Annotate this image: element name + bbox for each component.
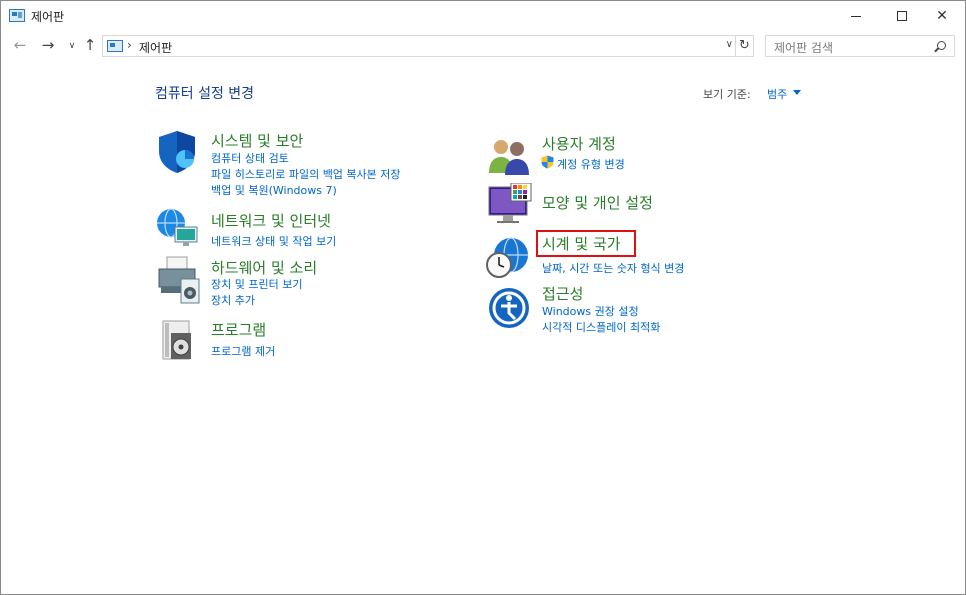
maximize-icon <box>897 11 907 21</box>
back-arrow-icon[interactable]: ← <box>11 36 29 54</box>
recent-locations-chevron-icon[interactable]: ∨ <box>63 41 81 51</box>
printer-icon[interactable] <box>155 255 201 305</box>
link-file-history-backup[interactable]: 파일 히스토리로 파일의 백업 복사본 저장 <box>211 166 401 182</box>
breadcrumb[interactable]: 제어판 <box>139 39 172 56</box>
category-title-user-accounts[interactable]: 사용자 계정 <box>542 133 616 154</box>
link-change-date-time-format[interactable]: 날짜, 시간 또는 숫자 형식 변경 <box>542 260 684 276</box>
category-title-programs[interactable]: 프로그램 <box>211 319 266 340</box>
view-by-label: 보기 기준: <box>703 88 751 101</box>
category-title-network-internet[interactable]: 네트워크 및 인터넷 <box>211 210 331 231</box>
category-title-system-security[interactable]: 시스템 및 보안 <box>211 130 303 151</box>
network-globe-icon[interactable] <box>155 207 201 249</box>
control-panel-icon <box>9 9 25 22</box>
category-title-ease-of-access[interactable]: 접근성 <box>542 283 583 304</box>
link-add-device[interactable]: 장치 추가 <box>211 292 255 308</box>
clock-globe-icon[interactable] <box>485 237 531 279</box>
category-title-appearance-personalization[interactable]: 모양 및 개인 설정 <box>542 192 653 213</box>
title-bar: 제어판 ✕ <box>1 1 965 31</box>
users-icon[interactable] <box>487 137 531 175</box>
up-arrow-icon[interactable]: ↑ <box>81 36 99 54</box>
minimize-button[interactable] <box>833 1 879 31</box>
shield-icon[interactable] <box>155 129 199 175</box>
close-icon: ✕ <box>936 8 948 24</box>
accessibility-icon[interactable] <box>487 286 531 330</box>
navigation-bar: ← → ∨ ↑ › 제어판 ∨ ↻ 제어판 검색 <box>1 33 965 61</box>
search-placeholder: 제어판 검색 <box>774 41 834 55</box>
view-by-dropdown[interactable]: 범주 <box>767 86 787 102</box>
uac-shield-icon <box>541 155 554 169</box>
refresh-button[interactable]: ↻ <box>736 35 754 57</box>
highlight-box <box>536 230 636 257</box>
page-title: 컴퓨터 설정 변경 <box>155 86 255 102</box>
refresh-icon: ↻ <box>739 38 750 53</box>
link-optimize-visual-display[interactable]: 시각적 디스플레이 최적화 <box>542 319 660 335</box>
link-change-account-type[interactable]: 계정 유형 변경 <box>557 156 625 172</box>
category-title-hardware-sound[interactable]: 하드웨어 및 소리 <box>211 257 317 278</box>
link-windows-recommended-settings[interactable]: Windows 권장 설정 <box>542 303 639 319</box>
control-panel-icon <box>107 40 123 52</box>
window-title: 제어판 <box>31 10 65 24</box>
search-input[interactable]: 제어판 검색 <box>765 35 955 57</box>
address-bar[interactable]: › 제어판 ∨ <box>102 35 736 57</box>
monitor-palette-icon[interactable] <box>487 183 533 225</box>
link-network-status[interactable]: 네트워크 상태 및 작업 보기 <box>211 233 336 249</box>
breadcrumb-chevron-icon[interactable]: › <box>127 38 132 52</box>
link-review-computer-status[interactable]: 컴퓨터 상태 검토 <box>211 150 289 166</box>
view-by-caret-icon[interactable] <box>793 90 801 95</box>
control-panel-window: 제어판 ✕ ← → ∨ ↑ › 제어판 ∨ ↻ 제어판 검색 컴퓨터 설정 변경… <box>0 0 966 595</box>
link-uninstall-program[interactable]: 프로그램 제거 <box>211 343 275 359</box>
forward-arrow-icon[interactable]: → <box>39 36 57 54</box>
minimize-icon <box>851 15 861 17</box>
programs-disc-icon[interactable] <box>161 319 195 363</box>
search-icon[interactable] <box>937 41 946 50</box>
close-button[interactable]: ✕ <box>919 1 965 31</box>
link-devices-printers[interactable]: 장치 및 프린터 보기 <box>211 276 302 292</box>
link-backup-restore[interactable]: 백업 및 복원(Windows 7) <box>211 182 337 198</box>
address-dropdown-icon[interactable]: ∨ <box>726 39 733 50</box>
